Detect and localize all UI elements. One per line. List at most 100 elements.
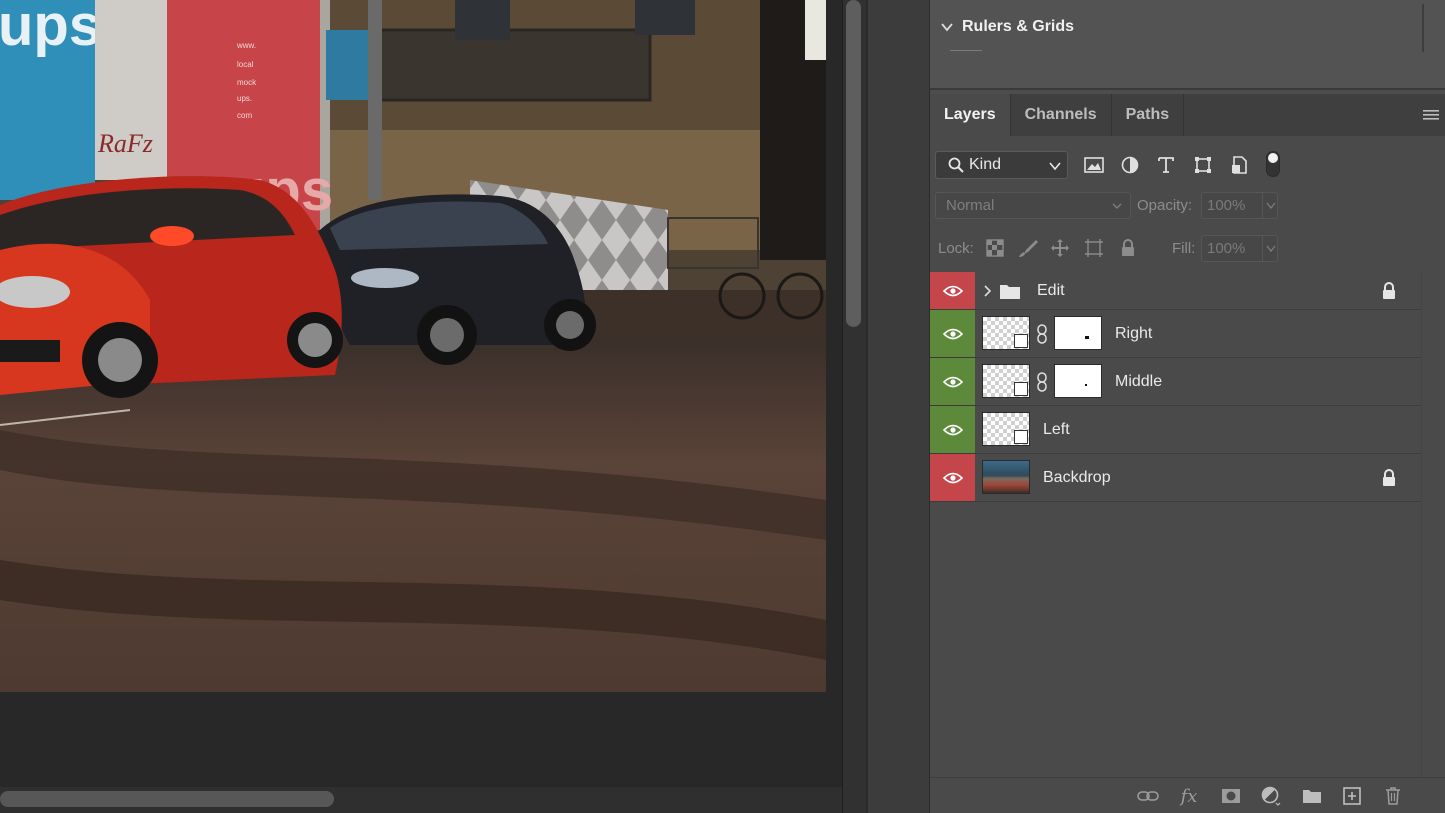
blend-mode-value: Normal [946, 197, 995, 214]
adjustment-layer-icon[interactable] [1260, 786, 1282, 806]
layer-mask-thumbnail[interactable] [1054, 364, 1102, 398]
blend-mode-row: Normal Opacity: 100% [930, 190, 1445, 220]
layer-mask-thumbnail[interactable] [1054, 316, 1102, 350]
chevron-right-icon[interactable] [982, 284, 992, 298]
smart-object-badge-icon [1014, 334, 1028, 348]
layer-thumbnail[interactable] [982, 316, 1030, 350]
visibility-toggle[interactable] [930, 310, 975, 357]
layer-filter-row: Kind [930, 136, 1445, 179]
new-group-icon[interactable] [1301, 786, 1323, 806]
rulers-panel-scrollbar[interactable] [1422, 4, 1424, 52]
layer-name: Backdrop [1043, 468, 1111, 486]
layers-list-scrollbar[interactable] [1421, 272, 1445, 777]
horizontal-scrollbar-thumb[interactable] [0, 791, 334, 807]
layer-row-middle[interactable]: Middle [930, 358, 1421, 406]
svg-text:RaFz: RaFz [97, 129, 153, 158]
layers-panel-tabs: Layers Channels Paths [930, 94, 1445, 136]
layer-name: Left [1043, 420, 1070, 438]
layer-row-edit[interactable]: Edit [930, 272, 1421, 310]
kind-label: Kind [969, 156, 1002, 173]
opacity-dropdown-button[interactable] [1262, 193, 1278, 218]
eye-icon [942, 376, 963, 387]
smart-object-badge-icon [1014, 382, 1028, 396]
search-icon [948, 157, 964, 173]
layer-thumbnail[interactable] [982, 364, 1030, 398]
lock-transparent-pixels-icon[interactable] [985, 238, 1005, 258]
rulers-grids-title: Rulers & Grids [962, 18, 1075, 35]
rulers-grids-panel: Rulers & Grids [930, 0, 1445, 90]
visibility-toggle[interactable] [930, 358, 975, 405]
panel-menu-icon[interactable] [1423, 108, 1439, 122]
layer-name: Right [1115, 324, 1153, 342]
fill-label: Fill: [1172, 240, 1196, 257]
layer-row-backdrop[interactable]: Backdrop [930, 454, 1421, 502]
lock-position-icon[interactable] [1050, 238, 1070, 258]
lock-icon [1383, 469, 1395, 486]
fill-field[interactable]: 100% [1201, 235, 1278, 262]
document-photo[interactable]: ups RaFz www. local mock ups. com ups [0, 0, 826, 692]
folder-icon [1000, 285, 1020, 299]
visibility-toggle[interactable] [930, 272, 975, 309]
trash-icon[interactable] [1382, 786, 1404, 806]
poster-text-1: local [237, 60, 254, 69]
link-layers-icon[interactable] [1137, 786, 1159, 806]
tab-channels[interactable]: Channels [1011, 94, 1112, 136]
kind-filter-select[interactable]: Kind [935, 151, 1068, 179]
sign-text-left: ups [0, 0, 101, 58]
fx-icon[interactable]: fx [1178, 786, 1200, 807]
new-layer-icon[interactable] [1341, 786, 1363, 806]
chevron-down-icon [1112, 203, 1122, 209]
poster-text-4: com [237, 111, 252, 120]
layer-name: Edit [1037, 281, 1065, 299]
fill-dropdown-button[interactable] [1262, 236, 1278, 261]
tab-paths[interactable]: Paths [1112, 94, 1185, 136]
shape-filter-icon[interactable] [1192, 154, 1214, 176]
layers-panel: Layers Channels Paths Kind Normal Opacit… [930, 94, 1445, 813]
lock-artboard-icon[interactable] [1084, 238, 1104, 258]
eye-icon [942, 285, 963, 296]
adjustment-filter-icon[interactable] [1119, 154, 1141, 176]
link-chain-icon[interactable] [1036, 372, 1048, 392]
filter-toggle-switch[interactable] [1266, 151, 1280, 177]
lock-image-pixels-icon[interactable] [1018, 238, 1038, 258]
layer-thumbnail[interactable] [982, 460, 1030, 494]
vertical-scrollbar-thumb[interactable] [846, 0, 861, 327]
chevron-down-icon [1266, 202, 1276, 210]
divider [950, 50, 982, 51]
lock-label: Lock: [938, 240, 974, 257]
add-mask-icon[interactable] [1220, 786, 1242, 806]
chevron-down-icon[interactable] [940, 20, 954, 34]
blend-mode-select[interactable]: Normal [935, 192, 1131, 219]
visibility-toggle[interactable] [930, 454, 975, 501]
tab-layers[interactable]: Layers [930, 94, 1011, 136]
eye-icon [942, 472, 963, 483]
document-canvas-area[interactable]: ups RaFz www. local mock ups. com ups [0, 0, 842, 787]
right-panel-dock: Rulers & Grids Layers Channels Paths Kin… [930, 0, 1445, 813]
lock-all-icon[interactable] [1118, 238, 1138, 258]
image-filter-icon[interactable] [1083, 154, 1105, 176]
fill-value: 100% [1207, 240, 1246, 257]
lock-row: Lock: Fill: 100% [930, 232, 1445, 262]
link-chain-icon[interactable] [1036, 324, 1048, 344]
chevron-down-icon [1049, 162, 1061, 171]
smart-object-badge-icon [1014, 430, 1028, 444]
eye-icon [942, 328, 963, 339]
eye-icon [942, 424, 963, 435]
layer-row-right[interactable]: Right [930, 310, 1421, 358]
layer-thumbnail[interactable] [982, 412, 1030, 446]
visibility-toggle[interactable] [930, 406, 975, 453]
lock-icon [1383, 282, 1395, 299]
opacity-label: Opacity: [1137, 197, 1193, 214]
poster-text-0: www. [236, 41, 256, 50]
rulers-grids-header[interactable]: Rulers & Grids [940, 18, 1074, 36]
panel-dock-gutter [866, 0, 930, 813]
layers-bottom-toolbar: fx [930, 777, 1445, 813]
smart-object-filter-icon[interactable] [1228, 154, 1250, 176]
opacity-field[interactable]: 100% [1201, 192, 1278, 219]
type-filter-icon[interactable] [1155, 154, 1177, 176]
chevron-down-icon [1266, 245, 1276, 253]
poster-text-2: mock [237, 78, 257, 87]
layer-name: Middle [1115, 372, 1163, 390]
layer-row-left[interactable]: Left [930, 406, 1421, 454]
layers-list: Edit Right Middle Left Backdrop [930, 272, 1421, 502]
